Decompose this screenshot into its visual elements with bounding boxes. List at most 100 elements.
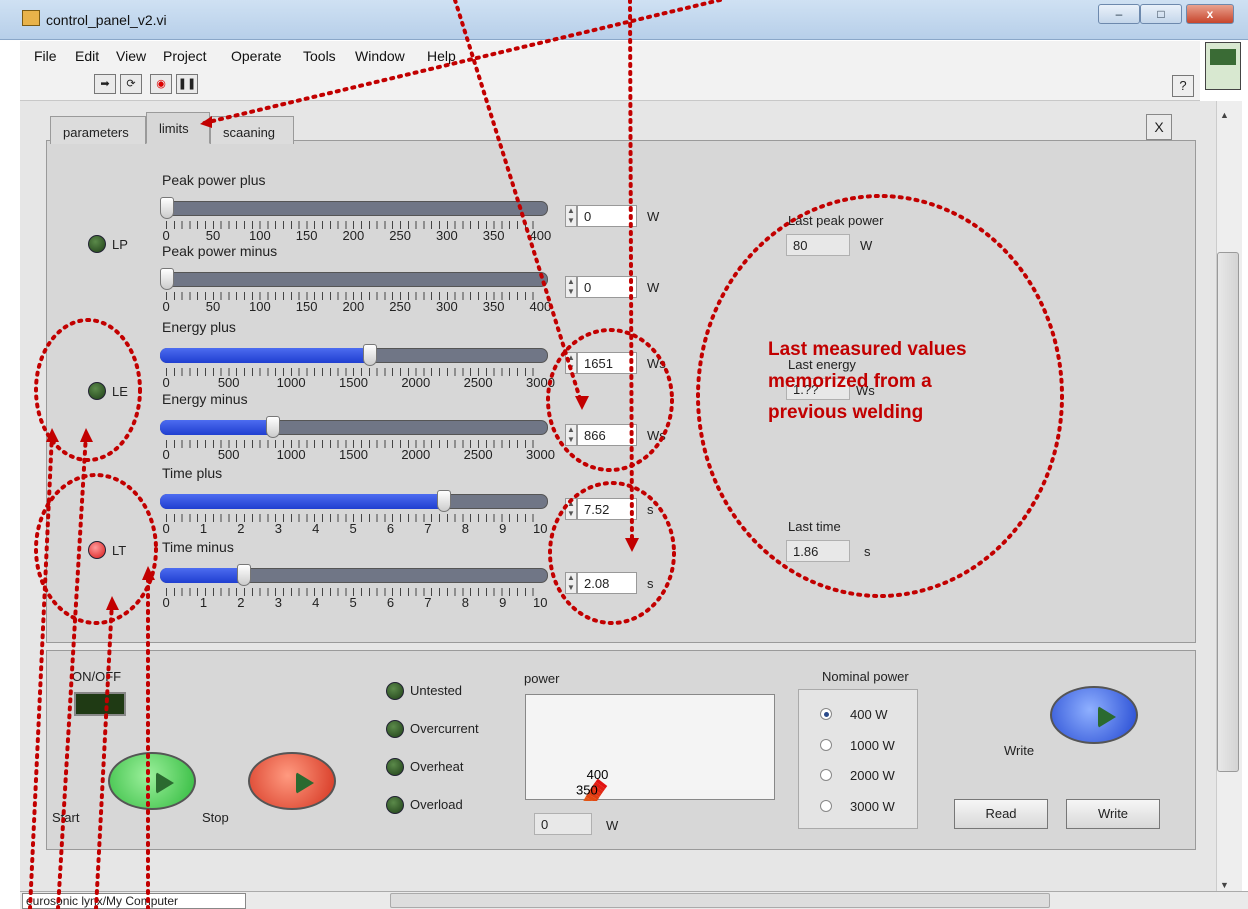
context-help-button[interactable]: ? [1172,75,1194,97]
write-round-button[interactable] [1050,686,1138,744]
peak-power-minus-spinner-icon[interactable]: ▲ ▼ [565,276,577,298]
radio-3000w-label[interactable]: 3000 W [850,799,895,814]
labview-app-icon [22,10,40,26]
peak-power-plus-numeric[interactable]: 0 [577,205,637,227]
write-button[interactable]: Write [1066,799,1160,829]
tick-label: 2000 [401,375,431,390]
tick-label: 3000 [526,375,555,390]
peak-power-plus-slider[interactable] [160,201,548,216]
menu-operate[interactable]: Operate [231,48,282,64]
tick-label: 5 [349,595,357,610]
tick-label: 150 [295,228,318,243]
overcurrent-label: Overcurrent [410,721,479,736]
menu-window[interactable]: Window [355,48,405,64]
time-plus-slider-fill [160,494,445,509]
tick-label: 250 [389,299,411,314]
tick-label: 200 [342,299,365,314]
scrollbar-thumb[interactable] [1217,252,1239,772]
energy-plus-numeric[interactable]: 1651 [577,352,637,374]
stop-button[interactable] [248,752,336,810]
tick-label: 8 [461,521,469,536]
radio-2000w[interactable] [820,769,832,781]
minimize-button[interactable]: – [1098,4,1140,24]
energy-plus-label: Energy plus [162,319,236,335]
energy-minus-unit: Ws [647,428,666,443]
tick-label: 1 [199,521,208,536]
tick-label: 250 [389,228,411,243]
tab-limits[interactable]: limits [146,112,210,144]
time-plus-numeric[interactable]: 7.52 [577,498,637,520]
pause-icon[interactable]: ❚❚ [176,74,198,94]
radio-1000w[interactable] [820,739,832,751]
close-window-button[interactable]: x [1186,4,1234,24]
tick-label: 400 [529,228,552,243]
energy-minus-spinner-icon[interactable]: ▲ ▼ [565,424,577,446]
energy-plus-slider-thumb[interactable] [362,344,377,366]
read-button[interactable]: Read [954,799,1048,829]
scroll-up-arrow-icon[interactable]: ▲ [1220,110,1229,120]
tick-label: 10 [533,595,548,610]
tick-label: 500 [217,447,240,462]
project-path: eurosonic lynx/My Computer [22,893,246,909]
peak-power-plus-label: Peak power plus [162,172,266,188]
scroll-down-arrow-icon[interactable]: ▼ [1220,880,1229,890]
time-minus-label: Time minus [162,539,234,555]
le-led-label: LE [112,384,128,399]
abort-icon[interactable]: ◉ [150,74,172,94]
tick-label: 6 [386,521,395,536]
peak-power-plus-spinner-icon[interactable]: ▲ ▼ [565,205,577,227]
tab-scaaning[interactable]: scaaning [210,116,294,144]
time-plus-slider-thumb[interactable] [436,490,451,512]
tick-label: 3 [274,595,282,610]
energy-plus-spinner-icon[interactable]: ▲ ▼ [565,352,577,374]
tick-label: 1000 [276,447,306,462]
tick-label: 5 [349,521,357,536]
time-minus-slider-thumb[interactable] [236,564,251,586]
peak-power-plus-slider-thumb[interactable] [160,197,174,219]
radio-400w-label[interactable]: 400 W [850,707,888,722]
menu-edit[interactable]: Edit [75,48,99,64]
tick-label: 350 [482,299,505,314]
maximize-button[interactable]: □ [1140,4,1182,24]
menu-help[interactable]: Help [427,48,456,64]
peak-power-minus-numeric[interactable]: 0 [577,276,637,298]
title-bar [0,0,1248,40]
tick-label: 1500 [339,447,368,462]
energy-minus-slider-thumb[interactable] [266,416,281,438]
time-plus-spinner-icon[interactable]: ▲ ▼ [565,498,577,520]
tick-label: 8 [461,595,469,610]
tick-label: 9 [499,521,507,536]
energy-minus-slider-fill [160,420,275,435]
start-button[interactable] [108,752,196,810]
menu-view[interactable]: View [116,48,146,64]
radio-2000w-label[interactable]: 2000 W [850,768,895,783]
peak-power-minus-slider[interactable] [160,272,548,287]
gauge-scale-label: 300 [567,800,589,801]
tab-parameters[interactable]: parameters [50,116,146,144]
last-peak-power-label: Last peak power [788,213,884,228]
horizontal-scrollbar[interactable] [390,893,1050,908]
run-arrow-icon[interactable]: ➡ [94,74,116,94]
tick-label: 7 [424,521,432,536]
menu-file[interactable]: File [34,48,57,64]
time-minus-numeric[interactable]: 2.08 [577,572,637,594]
tick-label: 2 [237,595,245,610]
overheat-led [386,758,404,776]
radio-1000w-label[interactable]: 1000 W [850,738,895,753]
energy-plus-unit: Ws [647,356,666,371]
time-minus-spinner-icon[interactable]: ▲ ▼ [565,572,577,594]
menu-tools[interactable]: Tools [303,48,336,64]
time-plus-label: Time plus [162,465,223,481]
peak-power-plus-unit: W [647,209,660,224]
run-continuously-icon[interactable]: ⟳ [120,74,142,94]
radio-400w[interactable] [820,708,832,720]
menu-project[interactable]: Project [163,48,207,64]
tick-label: 500 [217,375,240,390]
radio-3000w[interactable] [820,800,832,812]
peak-power-minus-slider-thumb[interactable] [160,268,174,290]
tick-label: 3000 [526,447,555,462]
tab-close-button[interactable]: X [1146,114,1172,140]
energy-minus-numeric[interactable]: 866 [577,424,637,446]
tick-label: 350 [482,228,505,243]
tick-label: 2000 [401,447,431,462]
